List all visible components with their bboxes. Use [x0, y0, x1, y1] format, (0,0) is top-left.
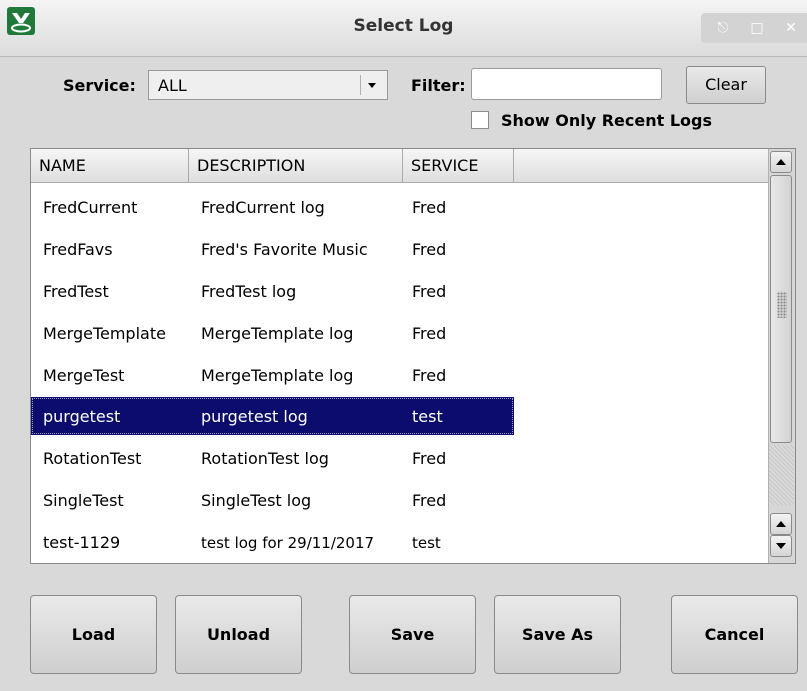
cell-name: test-1129	[43, 533, 121, 552]
table-row[interactable]: FredFavs Fred's Favorite Music Fred	[31, 230, 514, 268]
close-icon[interactable]: ✕	[779, 16, 803, 40]
cell-name: MergeTemplate	[43, 324, 166, 343]
cell-service: Fred	[412, 491, 447, 510]
arrow-up-icon	[776, 521, 786, 527]
cell-service: Fred	[412, 449, 447, 468]
recent-logs-label: Show Only Recent Logs	[501, 111, 713, 130]
window-title: Select Log	[353, 16, 454, 36]
cell-name: MergeTest	[43, 366, 125, 385]
scroll-down-button[interactable]	[770, 535, 792, 557]
cell-description: MergeTemplate log	[201, 366, 354, 385]
service-value: ALL	[158, 76, 187, 95]
window-controls: ⎋ □ ✕	[701, 13, 807, 43]
table-row-selected[interactable]: purgetest purgetest log test	[31, 397, 514, 435]
arrow-up-icon	[776, 159, 786, 165]
title-bar: Select Log ⎋ □ ✕	[0, 0, 807, 57]
cell-name: RotationTest	[43, 449, 142, 468]
maximize-icon[interactable]: □	[745, 16, 769, 40]
cell-name: SingleTest	[43, 491, 124, 510]
cell-name: FredCurrent	[43, 198, 138, 217]
table-row[interactable]: MergeTemplate MergeTemplate log Fred	[31, 314, 514, 352]
recent-logs-checkbox[interactable]	[471, 111, 489, 129]
scroll-up-button[interactable]	[770, 151, 792, 173]
cancel-button[interactable]: Cancel	[671, 595, 798, 674]
cell-service: test	[412, 407, 443, 426]
save-button[interactable]: Save	[349, 595, 476, 674]
cell-service: test	[412, 534, 441, 552]
cell-service: Fred	[412, 198, 447, 217]
table-header: NAME DESCRIPTION SERVICE	[31, 149, 769, 183]
arrow-down-icon	[776, 543, 786, 549]
cell-description: FredCurrent log	[201, 198, 325, 217]
cell-service: Fred	[412, 366, 447, 385]
cell-name: FredFavs	[43, 240, 113, 259]
scrollbar-thumb[interactable]	[770, 175, 792, 443]
cell-description: test log for 29/11/2017	[201, 534, 375, 552]
scrollbar-track[interactable]	[769, 445, 794, 505]
cell-description: SingleTest log	[201, 491, 312, 510]
clear-button[interactable]: Clear	[686, 66, 766, 104]
save-as-button[interactable]: Save As	[494, 595, 621, 674]
cell-service: Fred	[412, 240, 447, 259]
load-button[interactable]: Load	[30, 595, 157, 674]
cell-description: RotationTest log	[201, 449, 329, 468]
filter-input[interactable]	[471, 68, 662, 100]
cell-name: purgetest	[43, 407, 121, 426]
table-row[interactable]: test-1129 test log for 29/11/2017 test	[31, 523, 514, 561]
restore-up-icon[interactable]: ⎋	[711, 16, 735, 40]
table-row[interactable]: FredCurrent FredCurrent log Fred	[31, 188, 514, 226]
scroll-up-button[interactable]	[770, 513, 792, 535]
chevron-down-icon	[360, 75, 376, 95]
cell-description: Fred's Favorite Music	[201, 240, 368, 259]
cell-description: purgetest log	[201, 407, 308, 426]
service-select[interactable]: ALL	[148, 70, 388, 100]
filter-label: Filter:	[411, 76, 466, 95]
column-header-service[interactable]: SERVICE	[403, 149, 514, 182]
unload-button[interactable]: Unload	[175, 595, 302, 674]
table-row[interactable]: MergeTest MergeTemplate log Fred	[31, 356, 514, 394]
column-header-description[interactable]: DESCRIPTION	[189, 149, 403, 182]
table-row[interactable]: SingleTest SingleTest log Fred	[31, 481, 514, 519]
log-list: NAME DESCRIPTION SERVICE FredCurrent Fre…	[30, 148, 796, 564]
cell-description: MergeTemplate log	[201, 324, 354, 343]
cell-description: FredTest log	[201, 282, 297, 301]
grip-icon	[777, 292, 787, 318]
service-label: Service:	[63, 76, 136, 95]
cell-service: Fred	[412, 324, 447, 343]
cell-name: FredTest	[43, 282, 109, 301]
vertical-scrollbar[interactable]	[768, 149, 795, 563]
cell-service: Fred	[412, 282, 447, 301]
table-row[interactable]: RotationTest RotationTest log Fred	[31, 439, 514, 477]
table-row[interactable]: FredTest FredTest log Fred	[31, 272, 514, 310]
column-header-name[interactable]: NAME	[31, 149, 189, 182]
